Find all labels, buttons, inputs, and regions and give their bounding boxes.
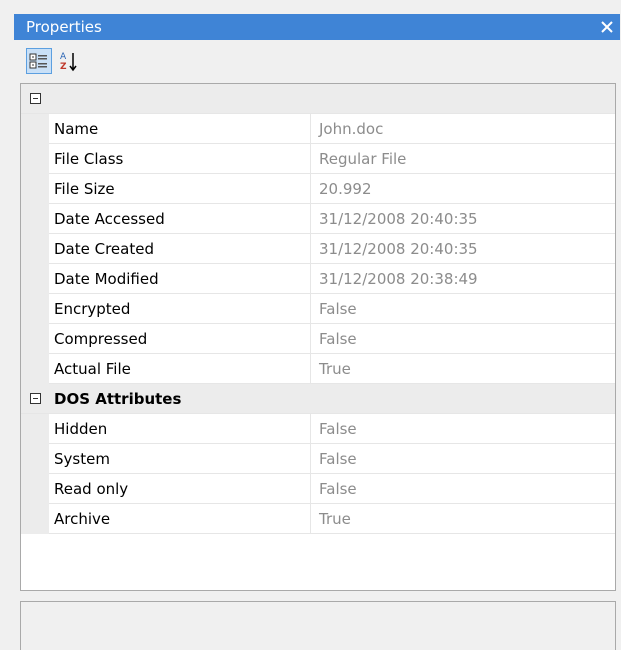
property-value[interactable]: True: [311, 354, 615, 384]
property-value[interactable]: John.doc: [311, 114, 615, 144]
property-row[interactable]: File Class Regular File: [21, 144, 615, 174]
property-row[interactable]: Date Created 31/12/2008 20:40:35: [21, 234, 615, 264]
category-row-dos-attributes[interactable]: DOS Attributes: [21, 384, 615, 414]
property-value[interactable]: False: [311, 444, 615, 474]
window-frame: [6, 0, 14, 650]
sort-letter-z: Z: [60, 62, 67, 72]
property-grid[interactable]: Name John.doc File Class Regular File Fi…: [20, 83, 616, 591]
properties-window: Properties A Z Name John.doc File Class …: [0, 0, 621, 650]
property-row[interactable]: Read only False: [21, 474, 615, 504]
property-value[interactable]: True: [311, 504, 615, 534]
property-row[interactable]: Encrypted False: [21, 294, 615, 324]
categorized-button[interactable]: [26, 48, 52, 74]
property-name: Actual File: [49, 354, 311, 384]
sort-letter-a: A: [60, 52, 67, 62]
categorized-icon: [29, 53, 47, 69]
property-name: Archive: [49, 504, 311, 534]
close-icon: [601, 21, 613, 33]
close-button[interactable]: [594, 14, 620, 40]
category-row-general[interactable]: [21, 84, 615, 114]
category-toggle[interactable]: [21, 393, 49, 404]
property-row[interactable]: Hidden False: [21, 414, 615, 444]
property-row[interactable]: Date Modified 31/12/2008 20:38:49: [21, 264, 615, 294]
property-value[interactable]: 20.992: [311, 174, 615, 204]
property-value[interactable]: 31/12/2008 20:40:35: [311, 204, 615, 234]
property-value[interactable]: 31/12/2008 20:40:35: [311, 234, 615, 264]
property-value[interactable]: False: [311, 414, 615, 444]
property-name: Read only: [49, 474, 311, 504]
property-value[interactable]: False: [311, 324, 615, 354]
property-value[interactable]: Regular File: [311, 144, 615, 174]
property-row[interactable]: File Size 20.992: [21, 174, 615, 204]
property-name: Date Modified: [49, 264, 311, 294]
property-row[interactable]: Actual File True: [21, 354, 615, 384]
property-name: Encrypted: [49, 294, 311, 324]
property-row[interactable]: System False: [21, 444, 615, 474]
property-row[interactable]: Archive True: [21, 504, 615, 534]
property-name: Compressed: [49, 324, 311, 354]
category-toggle[interactable]: [21, 93, 49, 104]
collapse-icon: [29, 393, 41, 404]
property-name: Date Created: [49, 234, 311, 264]
property-value[interactable]: 31/12/2008 20:38:49: [311, 264, 615, 294]
property-row[interactable]: Date Accessed 31/12/2008 20:40:35: [21, 204, 615, 234]
property-name: File Class: [49, 144, 311, 174]
title-bar[interactable]: Properties: [14, 14, 620, 40]
property-name: System: [49, 444, 311, 474]
alphabetical-button[interactable]: A Z: [56, 48, 82, 74]
description-panel: [20, 601, 616, 650]
property-name: File Size: [49, 174, 311, 204]
property-row[interactable]: Compressed False: [21, 324, 615, 354]
collapse-icon: [29, 93, 41, 104]
property-value[interactable]: False: [311, 294, 615, 324]
property-name: Name: [49, 114, 311, 144]
toolbar: A Z: [14, 40, 620, 82]
alphabetical-icon: A Z: [60, 52, 77, 72]
property-name: Hidden: [49, 414, 311, 444]
property-value[interactable]: False: [311, 474, 615, 504]
window-title: Properties: [26, 18, 102, 36]
category-label: DOS Attributes: [54, 389, 182, 408]
property-row[interactable]: Name John.doc: [21, 114, 615, 144]
property-name: Date Accessed: [49, 204, 311, 234]
